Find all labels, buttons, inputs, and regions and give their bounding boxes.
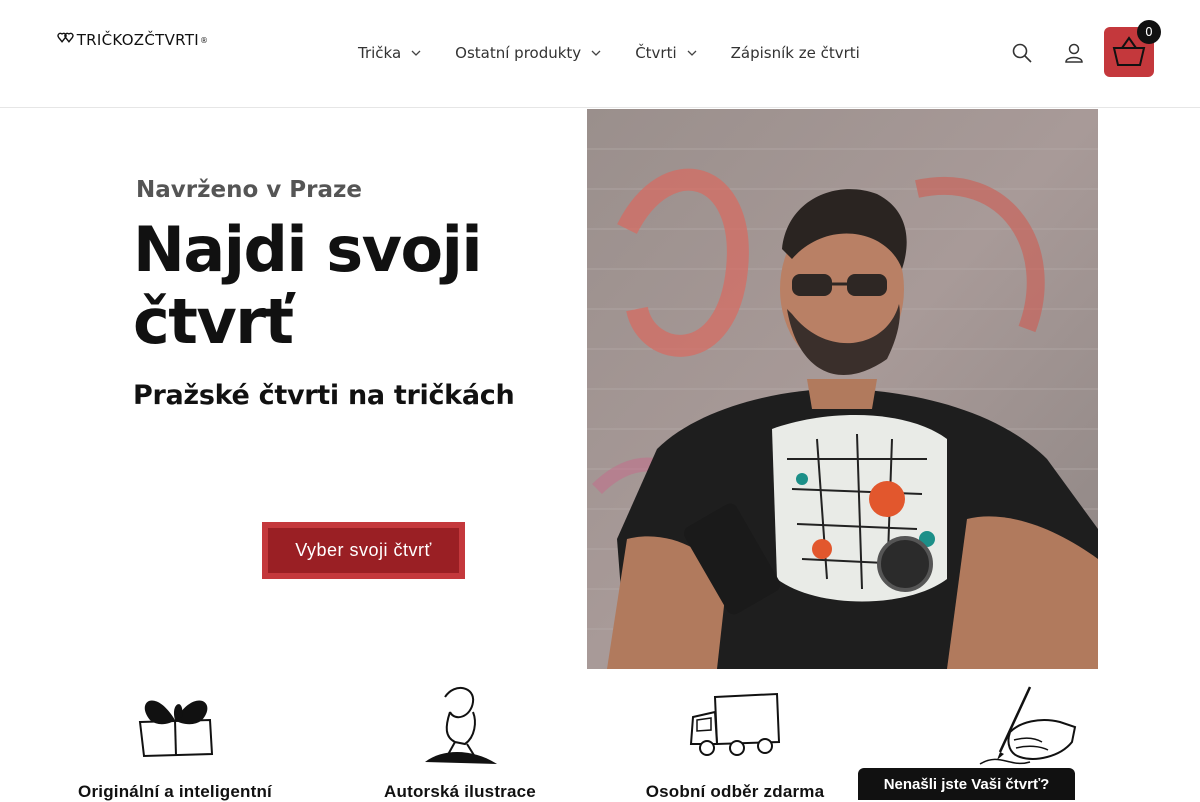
truck-icon xyxy=(689,692,781,756)
account-button[interactable] xyxy=(1059,38,1089,68)
gift-icon xyxy=(138,700,214,758)
chevron-down-icon xyxy=(591,50,601,56)
main-nav: Trička Ostatní produkty Čtvrti Zápisník … xyxy=(358,44,860,62)
hero-title: Najdi svoji čtvrť xyxy=(133,214,573,358)
registered-mark: ® xyxy=(200,35,208,45)
illustration-icon xyxy=(425,687,497,764)
man-in-tshirt-photo xyxy=(587,109,1098,669)
user-icon xyxy=(1065,43,1083,63)
hero-subtitle: Navrženo v Praze xyxy=(136,177,362,203)
hero-tagline: Pražské čtvrti na tričkách xyxy=(133,380,515,411)
feature-item: Autorská ilustrace xyxy=(340,682,580,801)
hero-photo xyxy=(587,109,1098,669)
chevron-down-icon xyxy=(687,50,697,56)
feature-item: Originální a inteligentní xyxy=(55,682,295,801)
chat-widget-tab[interactable]: Nenašli jste Vaši čtvrť? xyxy=(858,768,1075,800)
feature-label: Osobní odběr zdarma xyxy=(645,782,825,801)
choose-district-button[interactable]: Vyber svoji čtvrť xyxy=(268,528,459,573)
feature-item: Osobní odběr zdarma xyxy=(615,682,855,801)
hero-title-line: Najdi svoji xyxy=(133,213,483,286)
nav-item-label: Zápisník ze čtvrti xyxy=(730,44,860,62)
feature-label: Autorská ilustrace xyxy=(384,782,536,801)
nav-item-label: Ostatní produkty xyxy=(455,44,582,62)
nav-item-ctvrti[interactable]: Čtvrti xyxy=(635,44,697,62)
nav-item-zapisnik[interactable]: Zápisník ze čtvrti xyxy=(731,44,860,62)
nav-item-ostatni-produkty[interactable]: Ostatní produkty xyxy=(455,44,601,62)
brand-logo[interactable]: TRIČKOZČTVRTI ® xyxy=(48,14,208,66)
feature-label: Originální a inteligentní xyxy=(78,782,272,801)
search-icon xyxy=(1012,43,1032,63)
nav-item-label: Čtvrti xyxy=(635,44,677,62)
cta-frame: Vyber svoji čtvrť xyxy=(262,522,465,579)
logo-text: TRIČKOZČTVRTI xyxy=(76,31,199,49)
nav-item-label: Trička xyxy=(358,44,402,62)
site-header: TRIČKOZČTVRTI ® Trička Ostatní produkty … xyxy=(0,0,1200,108)
search-button[interactable] xyxy=(1007,38,1037,68)
cart-count-badge: 0 xyxy=(1137,20,1161,44)
hand-writing-icon xyxy=(979,686,1077,765)
hearts-logo-icon xyxy=(57,32,74,43)
chevron-down-icon xyxy=(411,50,421,56)
nav-item-tricka[interactable]: Trička xyxy=(358,44,421,62)
hero-title-line: čtvrť xyxy=(133,285,294,358)
